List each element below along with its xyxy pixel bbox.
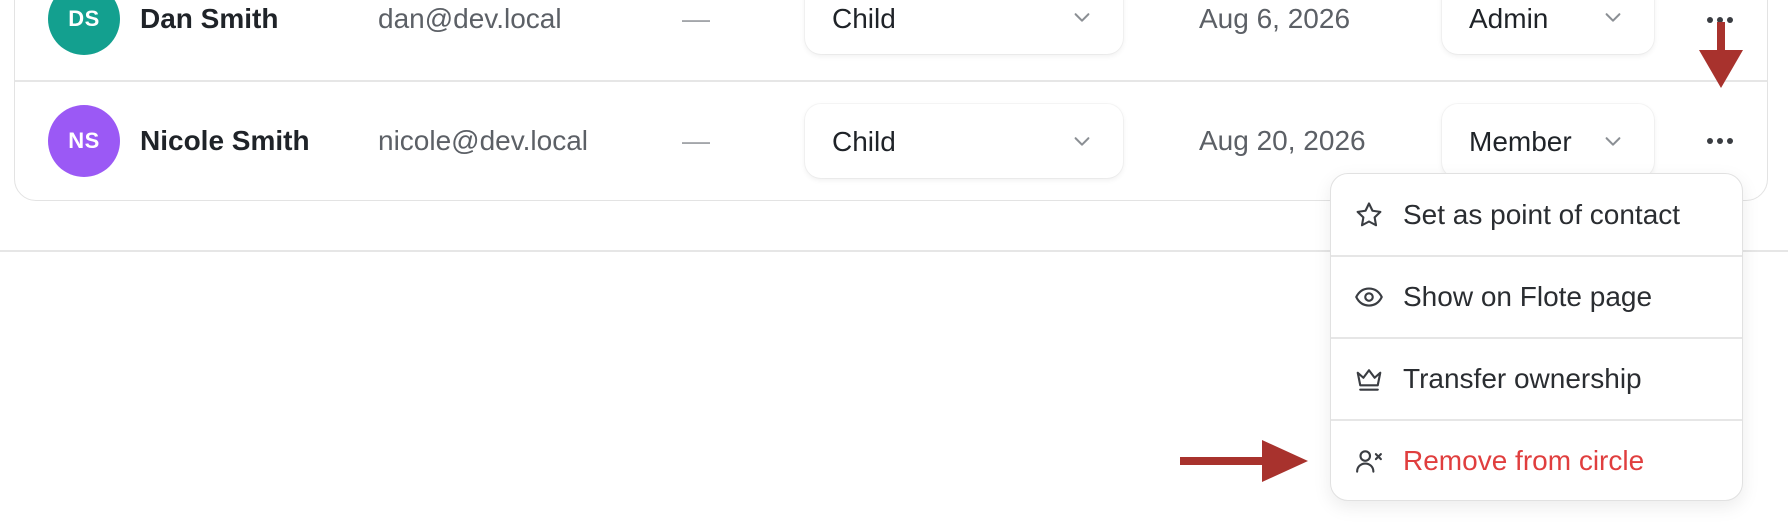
menu-item-label: Set as point of contact bbox=[1403, 199, 1681, 230]
relation-select[interactable]: Child bbox=[805, 0, 1123, 54]
member-name: Dan Smith bbox=[140, 3, 279, 34]
star-icon bbox=[1356, 202, 1382, 227]
member-date: Aug 20, 2026 bbox=[1199, 125, 1366, 156]
ellipsis-icon bbox=[1707, 138, 1733, 144]
menu-item-set-point-of-contact[interactable]: Set as point of contact bbox=[1331, 174, 1742, 256]
chevron-down-icon bbox=[1605, 137, 1621, 146]
relation-select[interactable]: Child bbox=[805, 104, 1123, 178]
annotation-arrow-right-icon bbox=[1180, 440, 1308, 482]
role-value: Member bbox=[1469, 126, 1572, 157]
member-extra: — bbox=[682, 125, 710, 156]
more-actions-button[interactable] bbox=[1700, 126, 1740, 156]
eye-icon bbox=[1355, 287, 1383, 307]
role-value: Admin bbox=[1469, 3, 1549, 34]
menu-item-label: Show on Flote page bbox=[1403, 281, 1653, 312]
chevron-down-icon bbox=[1605, 13, 1621, 22]
menu-item-remove-from-circle[interactable]: Remove from circle bbox=[1331, 420, 1742, 500]
avatar-initials: DS bbox=[68, 6, 100, 31]
member-email: dan@dev.local bbox=[378, 3, 562, 34]
relation-value: Child bbox=[832, 3, 896, 34]
menu-item-label: Transfer ownership bbox=[1403, 363, 1642, 394]
menu-item-label: Remove from circle bbox=[1403, 445, 1645, 476]
chevron-down-icon bbox=[1074, 13, 1090, 22]
crown-icon bbox=[1356, 369, 1382, 391]
member-date: Aug 6, 2026 bbox=[1199, 3, 1351, 34]
menu-item-transfer-ownership[interactable]: Transfer ownership bbox=[1331, 338, 1742, 420]
role-select[interactable]: Member bbox=[1442, 104, 1654, 178]
member-actions-menu: Set as point of contact Show on Flote pa… bbox=[1330, 173, 1743, 501]
annotation-arrow-down-icon bbox=[1699, 22, 1743, 88]
menu-item-show-on-flote-page[interactable]: Show on Flote page bbox=[1331, 256, 1742, 338]
row-divider bbox=[15, 80, 1767, 82]
member-extra: — bbox=[682, 3, 710, 34]
avatar-initials: NS bbox=[68, 128, 100, 153]
avatar: NS bbox=[48, 105, 120, 177]
role-select[interactable]: Admin bbox=[1442, 0, 1654, 54]
member-email: nicole@dev.local bbox=[378, 125, 589, 156]
chevron-down-icon bbox=[1074, 137, 1090, 146]
member-name: Nicole Smith bbox=[140, 125, 310, 156]
user-remove-icon bbox=[1356, 450, 1382, 473]
relation-value: Child bbox=[832, 126, 896, 157]
